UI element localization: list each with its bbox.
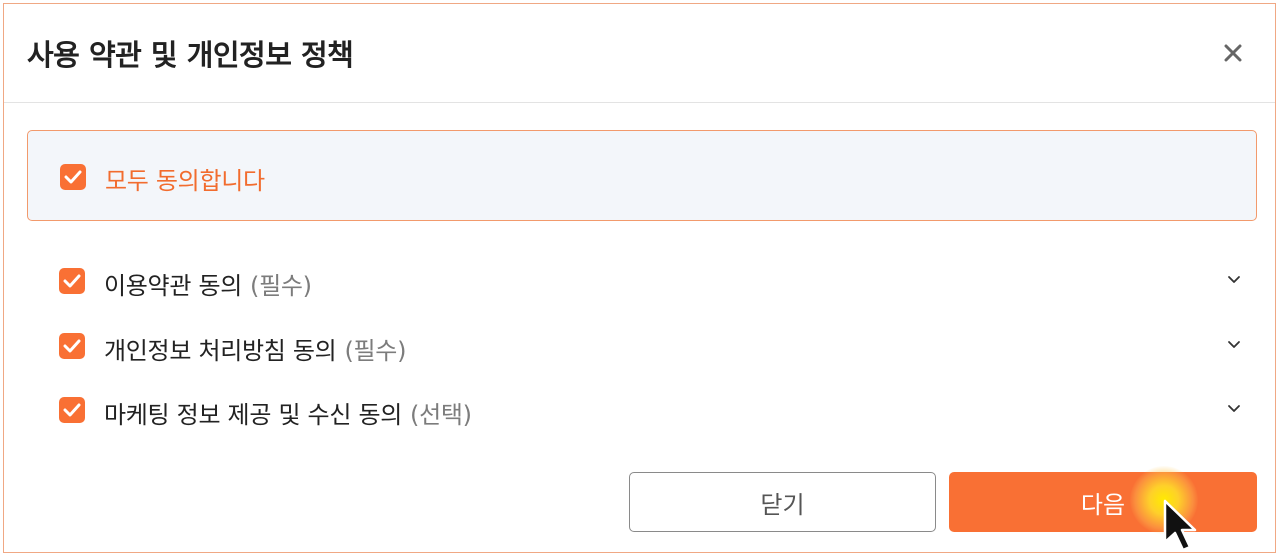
dialog-title: 사용 약관 및 개인정보 정책 (27, 38, 354, 72)
checkmark-icon (63, 274, 81, 288)
term-checkbox-terms-of-use[interactable] (59, 268, 85, 294)
chevron-down-icon[interactable] (1225, 338, 1243, 352)
term-label: 이용약관 동의 (필수) (104, 266, 312, 301)
dialog-header: 사용 약관 및 개인정보 정책 (4, 4, 1275, 103)
chevron-down-icon[interactable] (1225, 402, 1243, 416)
term-label-text: 개인정보 처리방침 동의 (104, 337, 337, 365)
term-row-marketing[interactable]: 마케팅 정보 제공 및 수신 동의 (선택) (27, 385, 1257, 435)
required-tag: (필수) (250, 272, 312, 300)
terms-dialog: 사용 약관 및 개인정보 정책 모두 동의합니다 이용약관 동의 (필수) 개인… (3, 3, 1276, 553)
close-button[interactable] (1220, 40, 1246, 66)
optional-tag: (선택) (410, 401, 472, 429)
term-label-text: 마케팅 정보 제공 및 수신 동의 (104, 401, 403, 429)
agree-all-label: 모두 동의합니다 (105, 167, 265, 195)
term-checkbox-marketing[interactable] (59, 397, 85, 423)
term-label-text: 이용약관 동의 (104, 272, 243, 300)
agree-all-checkbox-row[interactable]: 모두 동의합니다 (27, 130, 1257, 221)
term-row-terms-of-use[interactable]: 이용약관 동의 (필수) (27, 256, 1257, 306)
checkmark-icon (63, 339, 81, 353)
required-tag: (필수) (344, 337, 407, 365)
next-button[interactable]: 다음 (949, 472, 1257, 532)
term-checkbox-privacy-policy[interactable] (59, 333, 85, 359)
close-dialog-button[interactable]: 닫기 (629, 472, 936, 532)
chevron-down-icon[interactable] (1225, 273, 1243, 287)
agree-all-checkbox[interactable] (60, 164, 86, 190)
checkmark-icon (64, 170, 82, 184)
close-icon (1224, 44, 1242, 62)
term-label: 개인정보 처리방침 동의 (필수) (104, 331, 406, 366)
term-label: 마케팅 정보 제공 및 수신 동의 (선택) (104, 395, 472, 430)
checkmark-icon (63, 403, 81, 417)
term-row-privacy-policy[interactable]: 개인정보 처리방침 동의 (필수) (27, 321, 1257, 371)
